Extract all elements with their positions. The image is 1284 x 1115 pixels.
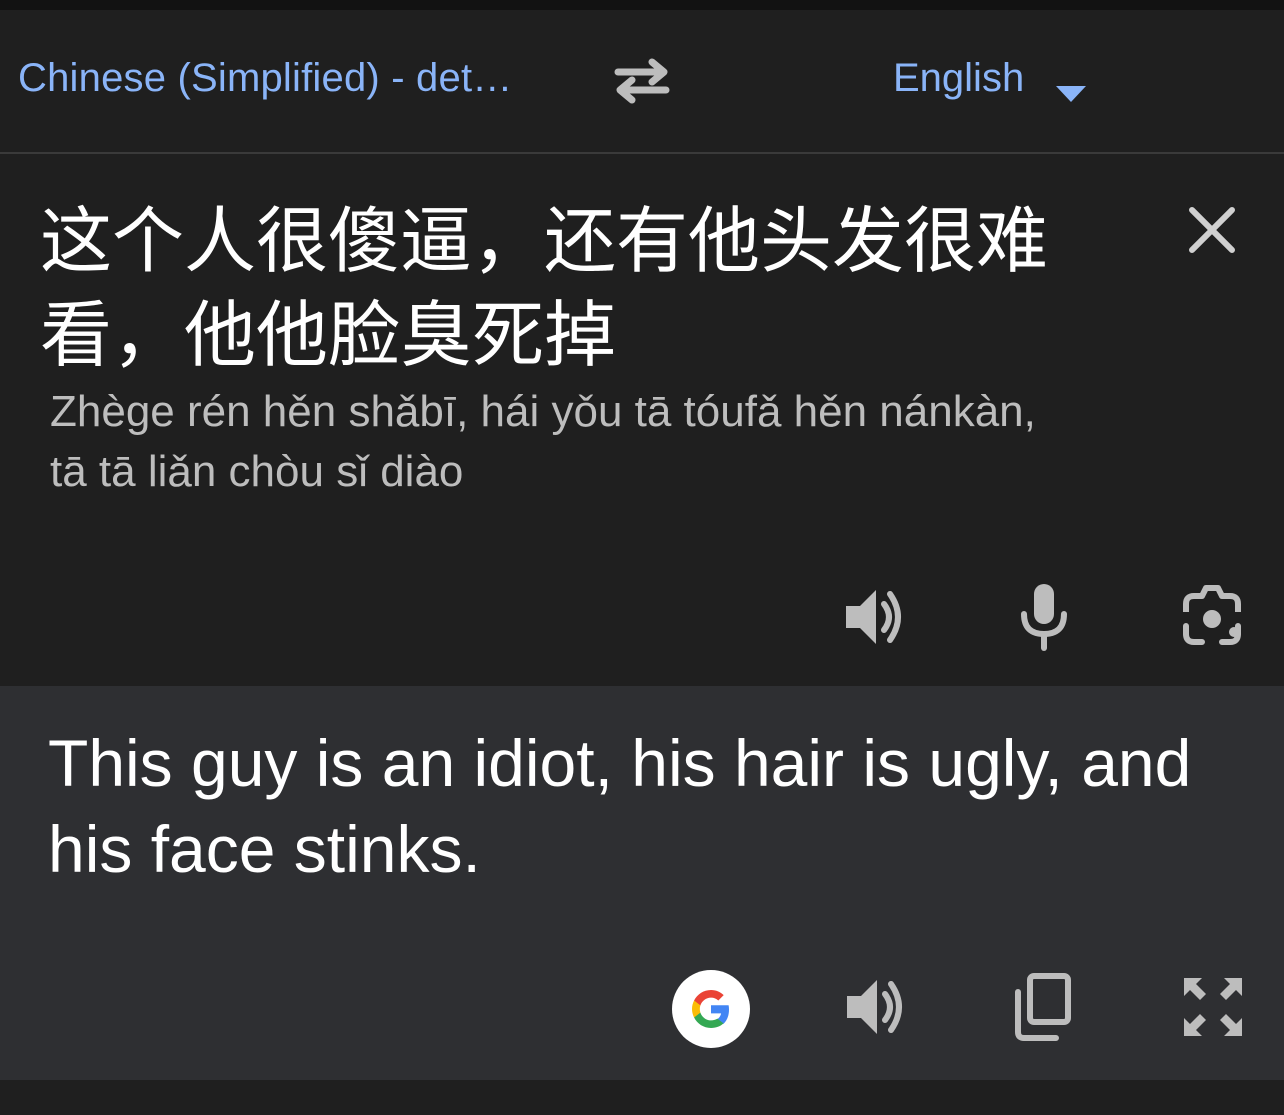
caret-down-icon[interactable] bbox=[1054, 82, 1088, 104]
close-icon[interactable] bbox=[1184, 202, 1240, 258]
bottom-bar bbox=[0, 1080, 1284, 1115]
google-icon[interactable] bbox=[672, 970, 750, 1048]
microphone-icon[interactable] bbox=[1010, 582, 1078, 652]
fullscreen-icon[interactable] bbox=[1178, 972, 1248, 1042]
source-text[interactable]: 这个人很傻逼，还有他头发很难看，他他脸臭死掉 bbox=[40, 194, 1100, 382]
source-panel: 这个人很傻逼，还有他头发很难看，他他脸臭死掉 Zhège rén hěn shǎ… bbox=[0, 154, 1284, 686]
speaker-icon[interactable] bbox=[840, 582, 908, 652]
camera-icon[interactable] bbox=[1178, 582, 1246, 652]
romanization-text: Zhège rén hěn shǎbī, hái yǒu tā tóufǎ hě… bbox=[50, 387, 1036, 496]
translation-text[interactable]: This guy is an idiot, his hair is ugly, … bbox=[48, 720, 1248, 892]
status-strip bbox=[0, 0, 1284, 10]
language-bar: Chinese (Simplified) - det… English bbox=[0, 10, 1284, 154]
copy-icon[interactable] bbox=[1008, 972, 1078, 1042]
swap-arrows-icon[interactable] bbox=[608, 54, 676, 106]
target-language-button[interactable]: English bbox=[893, 56, 1024, 101]
result-panel: This guy is an idiot, his hair is ugly, … bbox=[0, 686, 1284, 1080]
source-language-button[interactable]: Chinese (Simplified) - det… bbox=[18, 56, 512, 101]
speaker-icon[interactable] bbox=[840, 972, 910, 1042]
